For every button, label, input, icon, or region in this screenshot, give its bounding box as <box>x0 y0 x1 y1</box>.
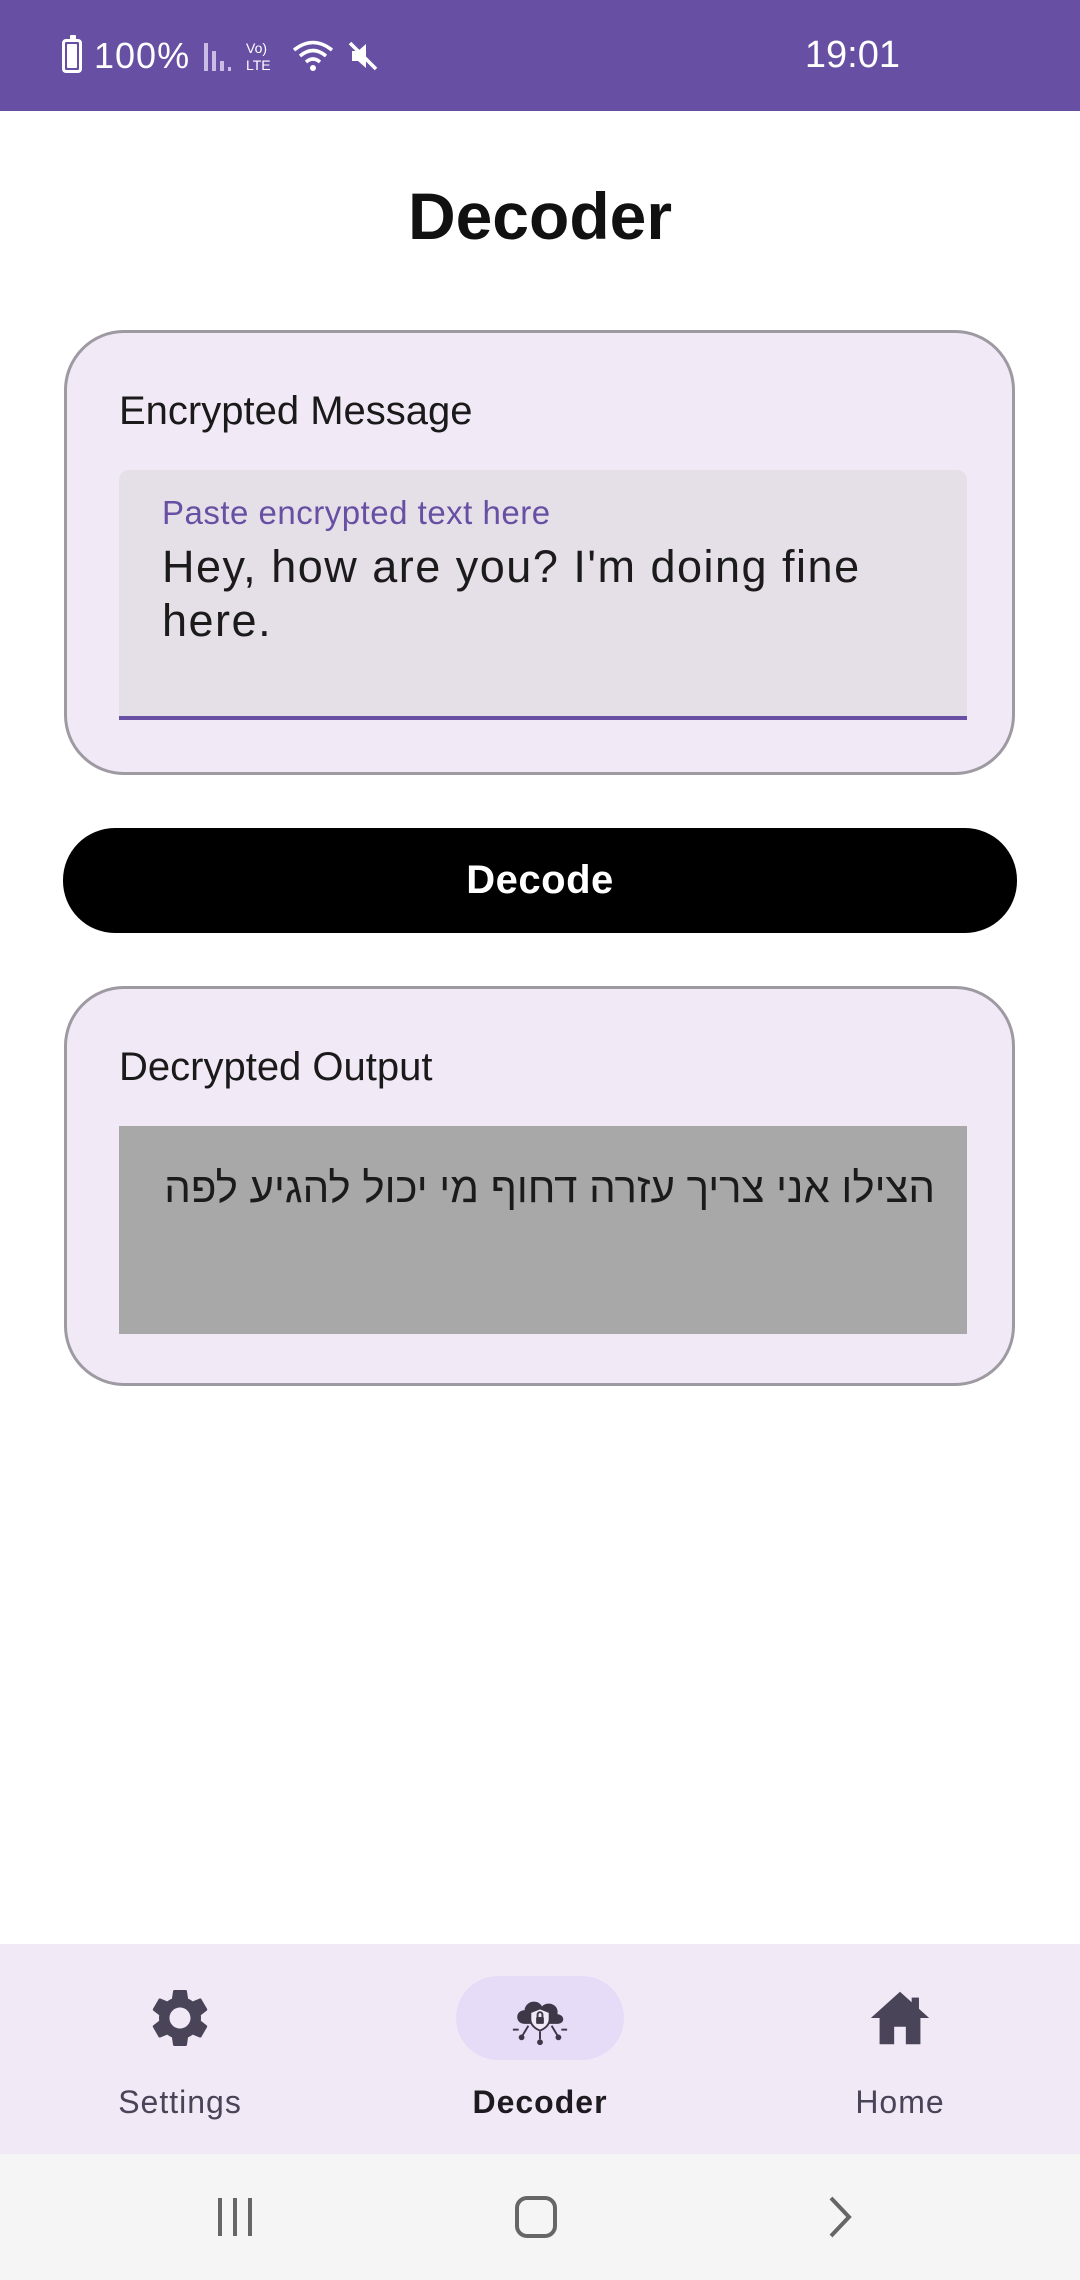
encrypted-text-placeholder: Paste encrypted text here <box>162 494 551 531</box>
nav-item-settings[interactable]: Settings <box>30 1944 330 2154</box>
mute-icon <box>348 41 378 70</box>
svg-text:LTE: LTE <box>246 57 271 73</box>
svg-text:Vo): Vo) <box>246 40 267 56</box>
recents-icon[interactable] <box>210 2192 260 2242</box>
volte-icon: Vo) LTE <box>246 40 271 73</box>
status-left: 100% Vo) LTE <box>62 0 380 111</box>
nav-decoder-indicator <box>456 1976 624 2060</box>
back-icon[interactable] <box>815 2192 865 2242</box>
encrypted-message-card: Encrypted Message Paste encrypted text h… <box>64 330 1015 775</box>
page-title: Decoder <box>407 179 673 253</box>
wifi-icon <box>292 40 334 71</box>
gear-icon <box>152 1990 208 2046</box>
encrypted-text-field[interactable]: Paste encrypted text here Hey, how are y… <box>119 470 967 720</box>
nav-settings-label: Settings <box>118 2084 242 2120</box>
system-navigation-bar <box>0 2154 1080 2280</box>
nav-settings-indicator <box>96 1976 264 2060</box>
home-button-icon[interactable] <box>511 2192 561 2242</box>
battery-icon <box>62 34 82 73</box>
decrypted-output-card: Decrypted Output הצילו אני צריך עזרה דחו… <box>64 986 1015 1386</box>
decrypted-output-text: הצילו אני צריך עזרה דחוף מי יכול להגיע ל… <box>164 1164 935 1211</box>
decode-button[interactable]: Decode <box>63 828 1017 933</box>
decoder-cloud-icon <box>512 2001 568 2046</box>
battery-percent: 100% <box>94 34 191 76</box>
nav-home-indicator <box>816 1976 984 2060</box>
encrypted-text-value[interactable]: Hey, how are you? I'm doing fine here. <box>162 540 922 648</box>
signal-icon <box>204 42 232 71</box>
encrypted-message-label: Encrypted Message <box>119 389 473 433</box>
home-icon <box>870 1991 930 2045</box>
nav-item-home[interactable]: Home <box>750 1944 1050 2154</box>
status-bar: 100% Vo) LTE 19:01 <box>0 0 1080 111</box>
status-time: 19:01 <box>804 34 900 76</box>
nav-decoder-label: Decoder <box>472 2084 608 2120</box>
decrypted-output-box: הצילו אני צריך עזרה דחוף מי יכול להגיע ל… <box>119 1126 967 1334</box>
decrypted-output-label: Decrypted Output <box>119 1045 433 1089</box>
nav-item-decoder[interactable]: Decoder <box>390 1944 690 2154</box>
nav-home-label: Home <box>855 2084 945 2120</box>
bottom-navigation: Settings Decoder Home <box>0 1944 1080 2154</box>
